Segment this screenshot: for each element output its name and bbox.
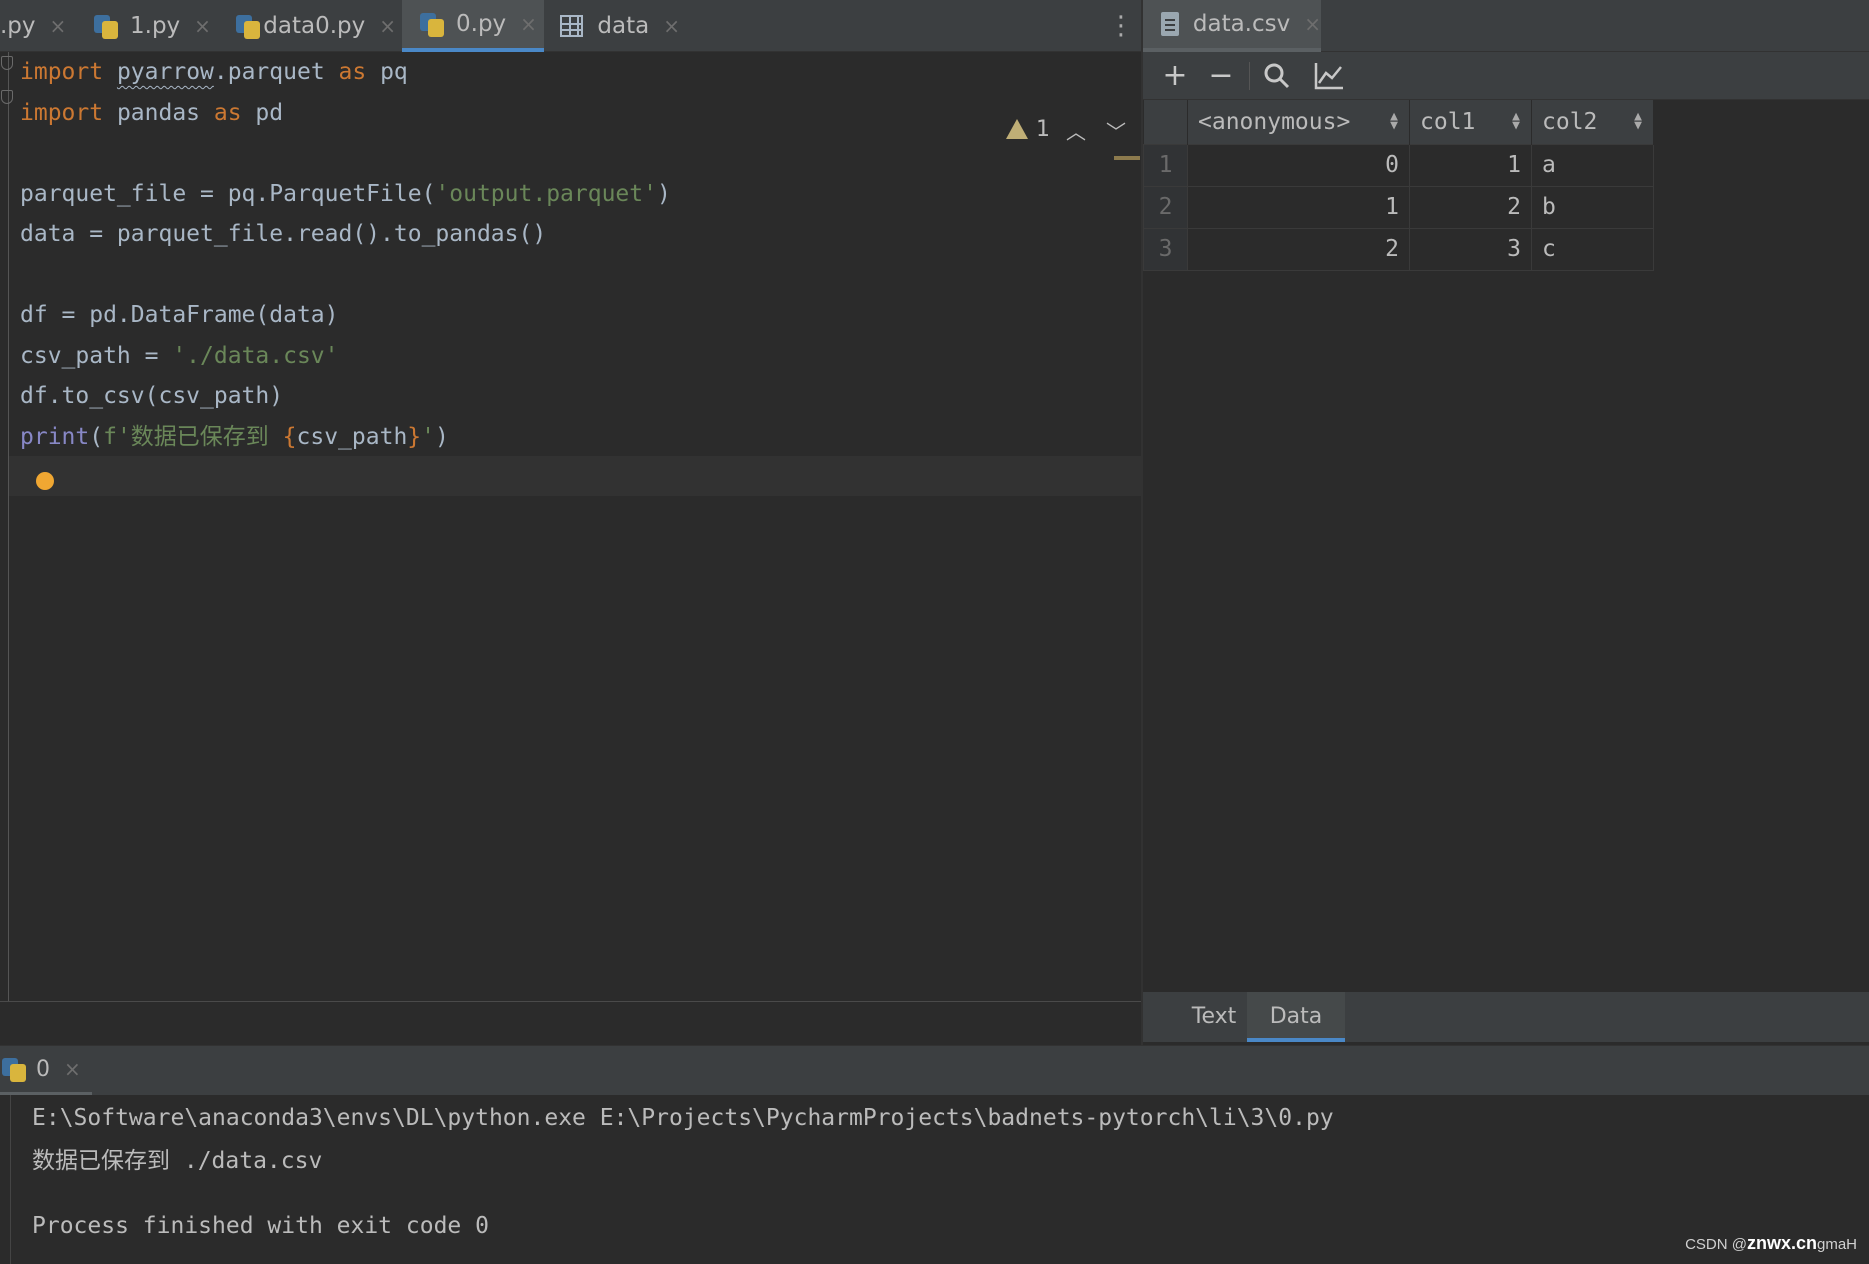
table-row[interactable]: 2 1 2 b: [1143, 185, 1654, 229]
table-toolbar: + −: [1143, 52, 1869, 100]
table-row[interactable]: 1 0 1 a: [1143, 143, 1654, 187]
column-header[interactable]: col2 ▲ ▼: [1531, 100, 1654, 144]
console-line: E:\Software\anaconda3\envs\DL\python.exe…: [32, 1105, 1334, 1131]
column-header-label: col2: [1542, 108, 1598, 135]
watermark: CSDN @znwx.cngmaH: [1685, 1233, 1857, 1253]
tab-label: data0.py: [263, 13, 366, 39]
chevron-up-icon[interactable]: ︿: [1066, 116, 1086, 145]
table-cell[interactable]: b: [1531, 185, 1654, 229]
table-cell[interactable]: 1: [1409, 143, 1532, 187]
python-file-icon: [236, 13, 261, 39]
code-line: df.to_csv(csv_path): [20, 383, 284, 409]
lightbulb-icon[interactable]: [36, 472, 54, 490]
tab-data0-py[interactable]: data0.py ×: [236, 0, 396, 52]
editor-tab-bar: .py × 1.py × data0.py × 0.py × data × ⋮: [0, 0, 1141, 52]
python-file-icon: [94, 13, 118, 39]
table-icon: [560, 15, 584, 37]
tab-py[interactable]: .py ×: [0, 0, 70, 52]
sort-icon[interactable]: ▲ ▼: [1389, 110, 1399, 132]
code-line: print(f'数据已保存到 {csv_path}'): [20, 423, 449, 450]
tab-label: 1.py: [130, 13, 181, 39]
data-table: <anonymous> ▲ ▼ col1 ▲ ▼ col2 ▲ ▼ 1 0 1 a 2 1 …: [1143, 100, 1654, 271]
close-icon[interactable]: ×: [64, 1057, 81, 1081]
console-line: 数据已保存到 ./data.csv: [32, 1148, 323, 1174]
sort-icon[interactable]: ▲ ▼: [1633, 110, 1643, 132]
run-tool-header: 0 ×: [0, 1045, 1869, 1096]
scrollbar-marker[interactable]: [1114, 156, 1140, 160]
python-run-icon: [2, 1056, 26, 1082]
table-cell[interactable]: 3: [1409, 227, 1532, 271]
close-icon[interactable]: ×: [1304, 12, 1321, 36]
console-line: Process finished with exit code 0: [32, 1213, 489, 1239]
tab-data-view[interactable]: Data: [1247, 992, 1345, 1042]
tab-1-py[interactable]: 1.py ×: [94, 0, 212, 52]
table-cell[interactable]: a: [1531, 143, 1654, 187]
remove-row-icon[interactable]: −: [1203, 58, 1239, 94]
row-number: 3: [1143, 227, 1188, 271]
preview-tab-bar: data.csv ×: [1143, 0, 1869, 52]
column-header[interactable]: <anonymous> ▲ ▼: [1187, 100, 1410, 144]
gutter-divider: [8, 52, 9, 1002]
table-cell[interactable]: 0: [1187, 143, 1410, 187]
code-line: csv_path = './data.csv': [20, 342, 339, 369]
corner-cell: [1143, 100, 1188, 144]
tab-0-py[interactable]: 0.py ×: [402, 0, 544, 52]
tab-data[interactable]: data ×: [560, 0, 680, 52]
fold-end-icon[interactable]: [1, 90, 13, 104]
code-line: import pandas as pd: [20, 99, 284, 126]
tab-text[interactable]: Text: [1171, 992, 1257, 1042]
view-mode-tabs: Text Data: [1143, 992, 1869, 1042]
table-cell[interactable]: c: [1531, 227, 1654, 271]
code-editor[interactable]: import pyarrow.parquet as pq import pand…: [0, 52, 1141, 1002]
python-file-icon: [420, 11, 444, 37]
table-cell[interactable]: 2: [1409, 185, 1532, 229]
console-gutter: [10, 1095, 11, 1264]
warning-icon: [1006, 119, 1028, 139]
table-cell[interactable]: 1: [1187, 185, 1410, 229]
table-header-row: <anonymous> ▲ ▼ col1 ▲ ▼ col2 ▲ ▼: [1143, 100, 1654, 144]
table-row[interactable]: 3 2 3 c: [1143, 227, 1654, 271]
row-number: 2: [1143, 185, 1188, 229]
more-vertical-icon[interactable]: ⋮: [1108, 12, 1134, 40]
inspection-widget[interactable]: 1: [1006, 114, 1050, 144]
tab-label: .py: [0, 13, 36, 39]
code-line: parquet_file = pq.ParquetFile('output.pa…: [20, 180, 671, 207]
code-line: import pyarrow.parquet as pq: [20, 59, 408, 85]
sort-icon[interactable]: ▲ ▼: [1511, 110, 1521, 132]
close-icon[interactable]: ×: [520, 12, 537, 36]
chart-icon[interactable]: [1311, 58, 1347, 94]
search-icon[interactable]: [1259, 58, 1295, 94]
tab-data-csv[interactable]: data.csv ×: [1143, 0, 1321, 52]
caret-row-highlight: [9, 456, 1141, 496]
csv-table-view: <anonymous> ▲ ▼ col1 ▲ ▼ col2 ▲ ▼ 1 0 1 a 2 1 …: [1143, 100, 1869, 992]
chevron-down-icon[interactable]: ﹀: [1106, 116, 1126, 145]
close-icon[interactable]: ×: [194, 14, 211, 38]
code-area[interactable]: import pyarrow.parquet as pq import pand…: [20, 52, 671, 457]
run-tab-label: 0: [36, 1056, 50, 1082]
close-icon[interactable]: ×: [50, 14, 67, 38]
tab-label: data.csv: [1192, 11, 1291, 37]
row-number: 1: [1143, 143, 1188, 187]
code-line: data = parquet_file.read().to_pandas(): [20, 221, 547, 247]
column-header-label: col1: [1420, 108, 1476, 135]
code-line: df = pd.DataFrame(data): [20, 302, 339, 328]
tab-label: data: [597, 13, 650, 39]
text-file-icon: [1161, 12, 1179, 36]
warning-count: 1: [1036, 116, 1050, 142]
tab-label: 0.py: [456, 11, 507, 37]
run-tab-0[interactable]: 0 ×: [0, 1046, 92, 1096]
fold-start-icon[interactable]: [1, 56, 13, 70]
toolbar-separator: [1249, 62, 1250, 90]
editor-status-strip: [0, 1001, 1141, 1045]
table-cell[interactable]: 2: [1187, 227, 1410, 271]
add-row-icon[interactable]: +: [1157, 58, 1193, 94]
column-header[interactable]: col1 ▲ ▼: [1409, 100, 1532, 144]
close-icon[interactable]: ×: [379, 14, 396, 38]
column-header-label: <anonymous>: [1198, 108, 1351, 135]
close-icon[interactable]: ×: [663, 14, 680, 38]
run-console[interactable]: E:\Software\anaconda3\envs\DL\python.exe…: [0, 1095, 1869, 1264]
